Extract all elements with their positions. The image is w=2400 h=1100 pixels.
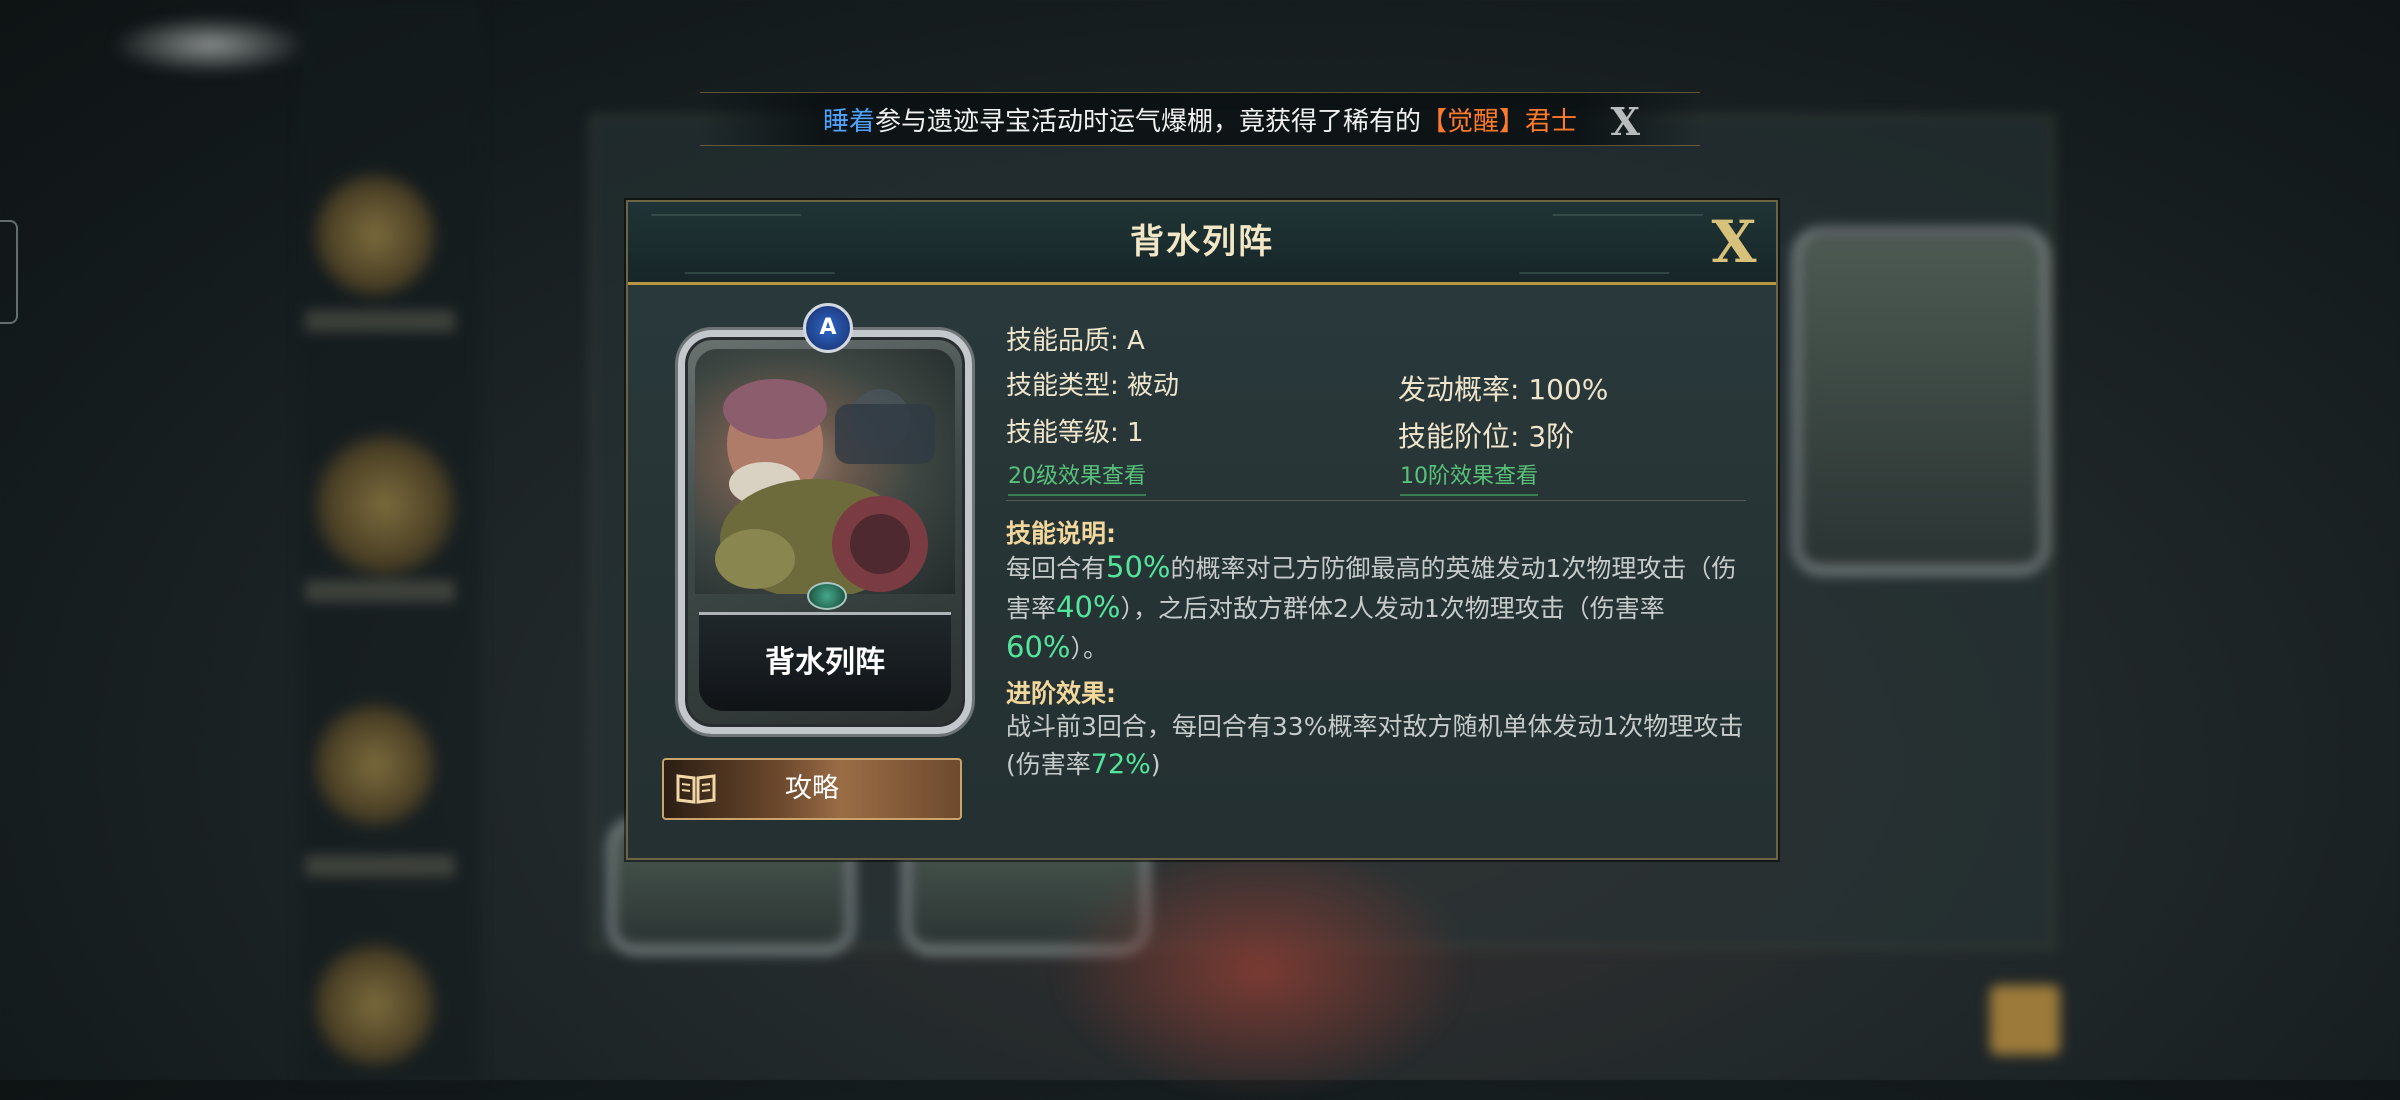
tier-effect-link[interactable]: 10阶效果查看 (1400, 458, 1538, 496)
skill-dialog: 背水列阵 X A 背水列阵 攻略 技能品质: A 技能类型: 被动 发动概率: … (626, 200, 1778, 860)
trigger-rate: 发动概率: 100% (1398, 373, 1609, 406)
skill-quality: 技能品质: A (1006, 326, 1145, 356)
advance-value: 72% (1090, 749, 1151, 780)
guide-button-label: 攻略 (785, 773, 839, 804)
skill-card-name: 背水列阵 (699, 612, 951, 711)
description-value: 60% (1006, 630, 1071, 664)
description-value: 50% (1106, 550, 1171, 584)
announcement-marquee: 睡着 参与遗迹寻宝活动时运气爆棚，竟获得了稀有的 【觉醒】君士 X (700, 92, 1700, 146)
description-value: 40% (1056, 590, 1121, 624)
back-button-blur (110, 15, 310, 75)
player-name: 睡着 (822, 106, 875, 137)
advance-text: 战斗前3回合，每回合有33%概率对敌方随机单体发动1次物理攻击(伤害率72%) (1006, 708, 1746, 784)
sidebar-label-blur (305, 310, 455, 332)
advance-segment: ) (1150, 750, 1161, 779)
announcement-text: 参与遗迹寻宝活动时运气爆棚，竟获得了稀有的 (874, 106, 1421, 137)
description-title: 技能说明: (1006, 519, 1116, 548)
sidebar-label-blur (305, 580, 455, 602)
description-segment: ）。 (1070, 634, 1108, 663)
marquee-close-button[interactable]: X (1611, 99, 1640, 144)
section-divider (1006, 500, 1746, 501)
background-red (1050, 840, 1470, 1100)
sidebar-item-blur (310, 940, 440, 1070)
background-icon (1990, 985, 2060, 1055)
skill-card-art (695, 349, 955, 594)
skill-tier: 技能阶位: 3阶 (1398, 420, 1575, 453)
skill-type: 技能类型: 被动 (1006, 371, 1180, 401)
skill-card: A 背水列阵 (678, 303, 972, 734)
sidebar-item-blur (310, 430, 460, 580)
dialog-close-button[interactable]: X (1702, 210, 1766, 274)
description-text: 每回合有50%的概率对己方防御最高的英雄发动1次物理攻击（伤害率40%），之后对… (1006, 548, 1746, 668)
card-gem-icon (807, 582, 847, 610)
sidebar-item-blur (310, 700, 440, 830)
side-tab-handle[interactable] (0, 220, 18, 324)
quality-badge: A (803, 303, 853, 353)
advance-title: 进阶效果: (1006, 679, 1116, 708)
skill-level: 技能等级: 1 (1006, 418, 1144, 448)
background-card (1795, 230, 2047, 572)
sidebar-item-blur (310, 170, 440, 300)
dialog-title: 背水列阵 (1130, 222, 1274, 262)
description-segment: 每回合有 (1006, 554, 1107, 583)
guide-button[interactable]: 攻略 (662, 758, 962, 820)
level-effect-link[interactable]: 20级效果查看 (1008, 458, 1146, 496)
description-segment: ），之后对敌方群体2人发动1次物理攻击（伤害率 (1120, 594, 1665, 623)
sidebar-label-blur (305, 855, 455, 877)
item-tag: 【觉醒】君士 (1421, 106, 1578, 137)
